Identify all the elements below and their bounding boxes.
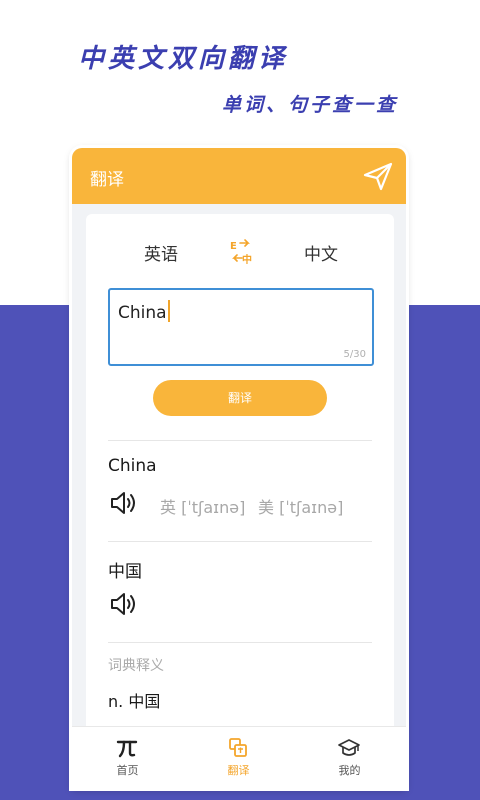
- app-title: 翻译: [90, 170, 124, 190]
- input-value-wrapper: China: [118, 300, 170, 323]
- tab-label: 首页: [116, 764, 139, 777]
- language-selector: 英语 E 中 中文: [86, 236, 394, 266]
- graduation-cap-icon: [338, 739, 360, 756]
- uk-phonetic[interactable]: 英 [ˈtʃaɪnə]: [160, 494, 245, 518]
- tab-label: 我的: [338, 764, 361, 777]
- promo-headline: 中英文双向翻译: [78, 44, 289, 74]
- translate-card: 英语 E 中 中文 China 5/30 翻译 China 英 [ˈtʃaɪnə…: [86, 214, 394, 734]
- bottom-tab-bar: 首页 翻译 我的: [72, 726, 406, 788]
- send-icon[interactable]: [362, 160, 394, 192]
- svg-text:中: 中: [242, 253, 252, 264]
- dictionary-title: 词典释义: [108, 658, 164, 674]
- translate-button[interactable]: 翻译: [153, 380, 327, 416]
- tab-home[interactable]: 首页: [72, 727, 183, 788]
- result-translated-word: 中国: [108, 562, 142, 582]
- phone-frame: 翻译 英语 E 中 中文 China 5/30 翻译 China 英 [ˈtʃa…: [72, 148, 406, 788]
- translate-icon: [229, 738, 247, 757]
- divider: [108, 541, 372, 542]
- source-text-input[interactable]: China 5/30: [108, 288, 374, 366]
- tab-translate[interactable]: 翻译: [183, 727, 294, 788]
- input-value: China: [118, 303, 167, 323]
- source-language[interactable]: 英语: [144, 240, 178, 265]
- divider: [108, 642, 372, 643]
- character-counter: 5/30: [343, 349, 366, 360]
- swap-language-icon[interactable]: E 中: [228, 238, 254, 264]
- tab-profile[interactable]: 我的: [294, 727, 405, 788]
- speaker-icon[interactable]: [108, 488, 138, 518]
- us-phonetic[interactable]: 美 [ˈtʃaɪnə]: [258, 494, 343, 518]
- promo-subline: 单词、句子查一查: [222, 94, 399, 116]
- tab-label: 翻译: [227, 764, 250, 777]
- app-header: 翻译: [72, 148, 406, 204]
- result-source-word: China: [108, 456, 157, 476]
- svg-text:E: E: [230, 241, 237, 252]
- speaker-icon[interactable]: [108, 589, 138, 619]
- target-language[interactable]: 中文: [304, 240, 338, 265]
- divider: [108, 440, 372, 441]
- dictionary-definition: n. 中国: [108, 692, 161, 711]
- text-caret: [167, 300, 170, 322]
- pi-icon: [116, 740, 138, 758]
